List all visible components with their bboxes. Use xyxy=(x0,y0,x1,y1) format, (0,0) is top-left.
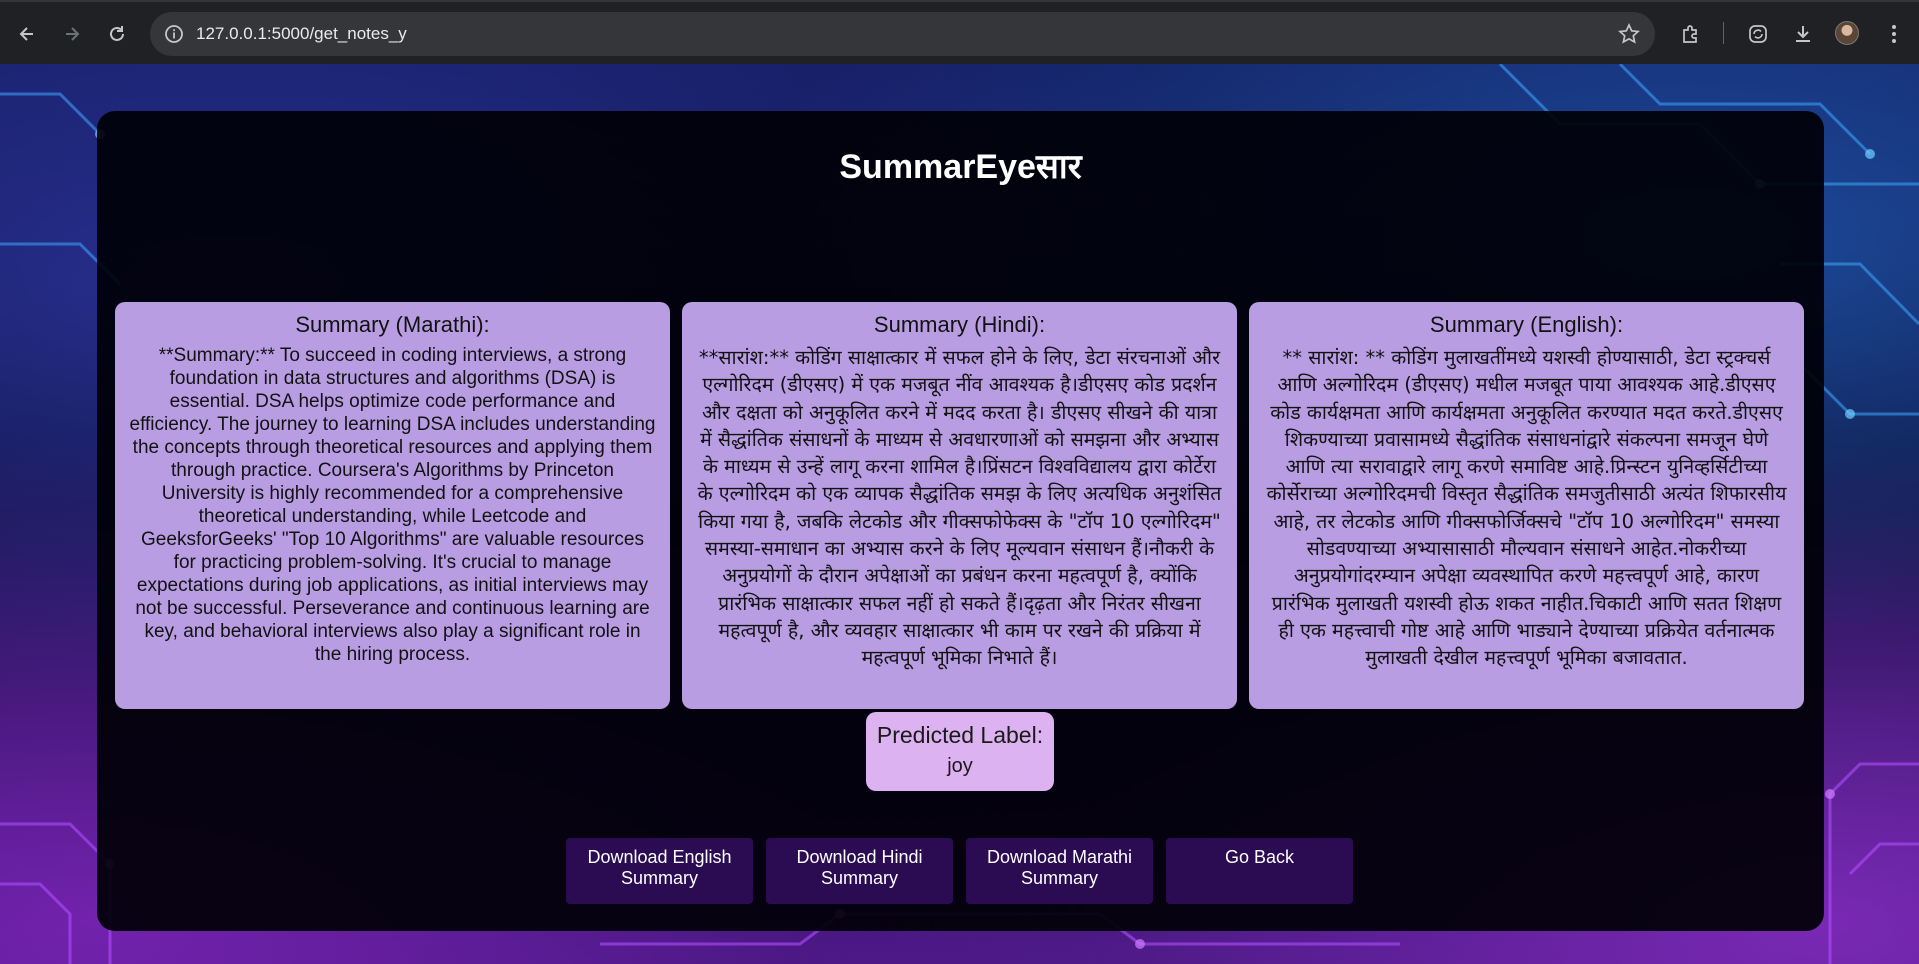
card-heading: Summary (Marathi): xyxy=(295,312,490,337)
card-heading: Summary (English): xyxy=(1429,312,1624,337)
summary-card-english: Summary (English): ** सारांश: ** कोडिंग … xyxy=(1249,302,1804,709)
download-icon[interactable] xyxy=(1789,20,1817,48)
site-info-icon[interactable] xyxy=(164,24,184,44)
back-arrow-icon[interactable] xyxy=(11,18,43,50)
download-marathi-button[interactable]: Download Marathi Summary xyxy=(966,838,1153,904)
toolbar-separator xyxy=(1723,22,1724,44)
sync-icon[interactable] xyxy=(1744,20,1772,48)
card-heading: Summary (Hindi): xyxy=(873,312,1046,337)
predicted-label-box: Predicted Label: joy xyxy=(866,712,1054,791)
browser-toolbar: 127.0.0.1:5000/get_notes_y xyxy=(0,0,1919,64)
predicted-label-heading: Predicted Label: xyxy=(876,722,1044,748)
summary-card-marathi: Summary (Marathi): **Summary:** To succe… xyxy=(115,302,670,709)
profile-avatar[interactable] xyxy=(1835,21,1859,45)
download-hindi-button[interactable]: Download Hindi Summary xyxy=(766,838,953,904)
puzzle-icon[interactable] xyxy=(1677,20,1705,48)
predicted-label-value: joy xyxy=(947,755,973,777)
summary-text: **सारांश:** कोडिंग साक्षात्कार में सफल ह… xyxy=(697,346,1222,670)
download-english-button[interactable]: Download English Summary xyxy=(566,838,753,904)
url-text[interactable]: 127.0.0.1:5000/get_notes_y xyxy=(196,24,407,44)
page-viewport: SummarEyeसार Summary (Marathi): **Summar… xyxy=(0,64,1919,964)
summary-text: ** सारांश: ** कोडिंग मुलाखतींमध्ये यशस्व… xyxy=(1266,346,1787,670)
summary-card-hindi: Summary (Hindi): **सारांश:** कोडिंग साक्… xyxy=(682,302,1237,709)
star-icon[interactable] xyxy=(1617,22,1641,46)
tab-strip-edge xyxy=(0,0,1919,2)
forward-arrow-icon[interactable] xyxy=(56,18,88,50)
main-panel: SummarEyeसार Summary (Marathi): **Summar… xyxy=(97,111,1824,931)
go-back-button[interactable]: Go Back xyxy=(1166,838,1353,904)
reload-icon[interactable] xyxy=(101,18,133,50)
address-bar[interactable]: 127.0.0.1:5000/get_notes_y xyxy=(150,12,1655,56)
kebab-menu-icon[interactable] xyxy=(1880,20,1908,48)
summary-text: **Summary:** To succeed in coding interv… xyxy=(129,345,656,665)
app-title: SummarEyeसार xyxy=(839,148,1082,186)
